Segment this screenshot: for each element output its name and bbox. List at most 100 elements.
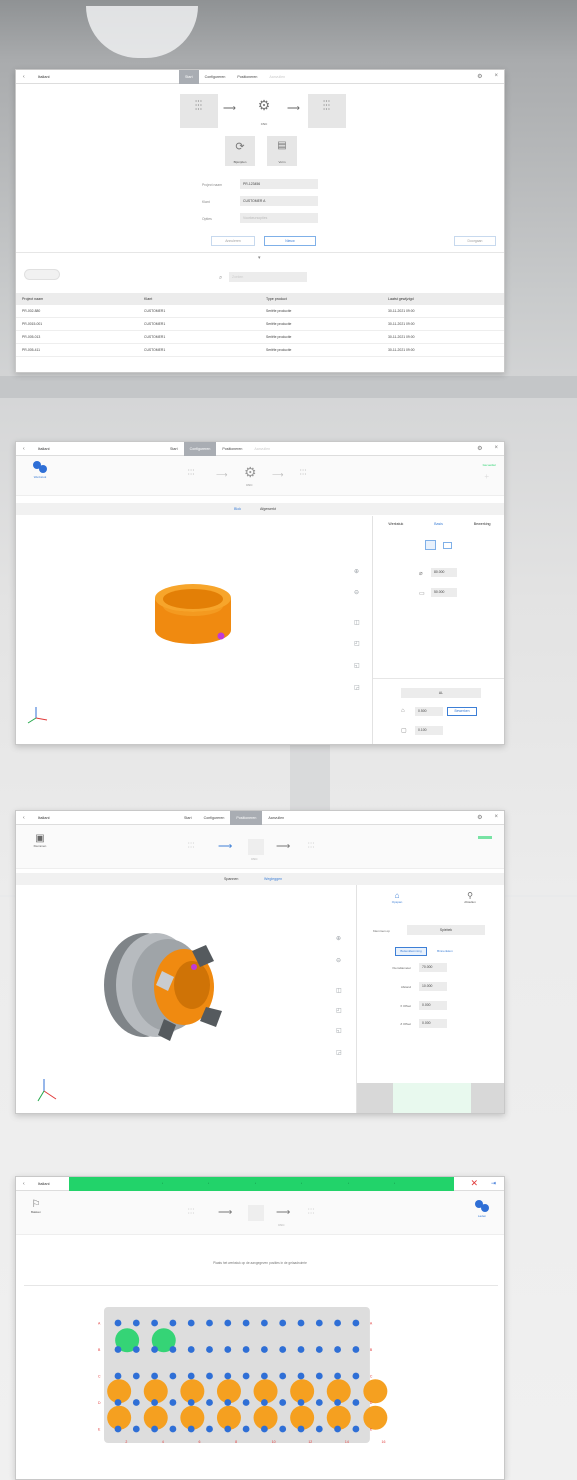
cube-front-icon[interactable]: ◫ (354, 619, 360, 626)
field-label-project: Project naam (202, 183, 222, 187)
cube-iso-icon[interactable]: ◲ (336, 1049, 342, 1056)
shape-cylinder-toggle[interactable] (425, 540, 436, 550)
workpiece-3d-view[interactable] (141, 572, 251, 662)
close-icon[interactable]: × (494, 73, 498, 80)
dots-icon: ••• ••• (188, 1206, 196, 1215)
exit-icon[interactable]: ⇥ (491, 1180, 496, 1187)
cube-top-icon[interactable]: ◰ (354, 640, 360, 647)
column-label: 8 (235, 1440, 237, 1444)
cnc-station[interactable]: ⚙ CNC (245, 94, 283, 128)
stock-field[interactable]: 0.500 (415, 707, 443, 716)
trays-tool[interactable]: ⚐ Bakken (26, 1199, 46, 1214)
new-button[interactable]: Nieuw (264, 236, 316, 246)
table-row[interactable]: PR-0015-001 CUSTOMER1 Seriële productie … (16, 318, 504, 331)
zoom-in-icon[interactable]: ⊕ (336, 935, 341, 942)
mode-select[interactable]: Spiebek (407, 925, 485, 935)
tab-configure[interactable]: Configureren (199, 70, 232, 84)
table-row[interactable]: PR-005-411 CUSTOMER1 Seriële productie 3… (16, 344, 504, 357)
cube-iso-icon[interactable]: ◲ (354, 684, 360, 691)
tray-pin (242, 1319, 250, 1327)
settings-icon[interactable]: ⚙ (477, 73, 482, 80)
offset-field[interactable]: 0.100 (415, 726, 443, 735)
cube-front-icon[interactable]: ◫ (336, 987, 342, 994)
tab-workpiece[interactable]: Werkstuk (388, 522, 403, 526)
continue-button[interactable]: Doorgaan (454, 236, 496, 246)
output-station[interactable]: ••• ••• ••• (308, 94, 346, 128)
cancel-button[interactable]: Annuleren (211, 236, 255, 246)
param-field[interactable]: 0.000 (419, 1019, 447, 1028)
outer-clamp-toggle[interactable]: Buitenklemming (395, 947, 427, 956)
filter-pill[interactable] (24, 269, 60, 280)
clamp-tool[interactable]: ▣ Klemmen (26, 833, 54, 848)
settings-icon[interactable]: ⚙ (477, 445, 482, 452)
load-tool[interactable]: Laden (472, 1199, 492, 1218)
tab-finished[interactable]: Afgewerkt (260, 503, 276, 515)
cube-top-icon[interactable]: ◰ (336, 1007, 342, 1014)
param-field[interactable]: 10.000 (419, 982, 447, 991)
chuck-3d-view[interactable] (96, 915, 246, 1065)
tray-pin (315, 1319, 323, 1327)
tab-configure[interactable]: Configureren (198, 811, 231, 825)
close-icon[interactable]: × (494, 814, 498, 821)
chevron-down-icon[interactable]: ▾ (258, 255, 261, 261)
confirm-block[interactable] (393, 1083, 471, 1113)
tab-remove[interactable]: Wegleggen (264, 873, 282, 885)
tray-pin (261, 1425, 268, 1433)
chevron-left-icon[interactable]: ‹ (23, 446, 25, 452)
zoom-in-icon[interactable]: ⊕ (354, 568, 359, 575)
tab-supplement[interactable]: Aanvullen (262, 811, 290, 825)
tab-base[interactable]: Basis (434, 522, 443, 526)
cube-side-icon[interactable]: ◱ (354, 662, 360, 669)
material-button[interactable]: AL (401, 688, 481, 698)
tab-clamp[interactable]: Spannen (224, 873, 238, 885)
tab-position[interactable]: Positioneren (230, 811, 263, 825)
cube-side-icon[interactable]: ◱ (336, 1027, 342, 1034)
tab-start[interactable]: Start (179, 70, 199, 84)
chevron-left-icon[interactable]: ‹ (23, 74, 25, 80)
zoom-out-icon[interactable]: ⊖ (354, 589, 359, 596)
tab-position[interactable]: Positioneren (231, 70, 263, 84)
tab-supplement[interactable]: Aanvullen (263, 70, 291, 84)
tab-block[interactable]: Blok (234, 503, 241, 515)
tab-position[interactable]: Positioneren (216, 442, 248, 456)
chevron-left-icon[interactable]: ‹ (23, 815, 25, 821)
shape-tool-button[interactable]: ▤ Vorm (267, 136, 297, 166)
table-row[interactable]: PR-002-880 CUSTOMER1 Seriële productie 3… (16, 305, 504, 318)
plus-icon[interactable]: + (484, 472, 489, 481)
project-name-field[interactable]: PR-123456 (240, 179, 318, 189)
edit-button[interactable]: Bewerken (447, 707, 477, 716)
abort-icon[interactable]: ✕ (470, 1178, 478, 1189)
param-field[interactable]: 0.000 (419, 1001, 447, 1010)
crop-tool-button[interactable]: ⟳ Bijsnijden (225, 136, 255, 166)
diameter-field[interactable]: 80.000 (431, 568, 457, 577)
loading-tray-grid[interactable]: A AB BC CD DE E2 4 6 8 10 12 14 16 (86, 1303, 416, 1480)
shape-box-toggle[interactable] (443, 542, 452, 549)
arrow-right-icon: ⟶ (218, 1207, 233, 1218)
clamp-icon: ⌂ (394, 891, 400, 900)
tab-start[interactable]: Start (178, 811, 198, 825)
search-input[interactable]: Zoeken (229, 272, 307, 282)
clamp-action[interactable]: ⌂ Opspan (385, 891, 409, 904)
table-row[interactable]: PR-005-013 CUSTOMER1 Seriële productie 3… (16, 331, 504, 344)
customer-field[interactable]: CUSTOMER A (240, 196, 318, 206)
part-pending (363, 1405, 388, 1430)
param-field[interactable]: 70.000 (419, 963, 447, 972)
next-block[interactable] (471, 1083, 504, 1113)
tab-machining[interactable]: Bewerking (474, 522, 491, 526)
options-field[interactable]: Voorkeursopties (240, 213, 318, 223)
settings-icon[interactable]: ⚙ (477, 814, 482, 821)
close-icon[interactable]: × (494, 445, 498, 452)
column-label: 4 (162, 1440, 164, 1444)
height-field[interactable]: 50.000 (431, 588, 457, 597)
chevron-left-icon[interactable]: ‹ (23, 1181, 25, 1187)
inner-clamp-toggle[interactable]: Binnenklem (429, 947, 461, 956)
back-block[interactable] (357, 1083, 393, 1113)
adjust-action[interactable]: ⚲ Afstellen (455, 891, 485, 904)
tab-start[interactable]: Start (164, 442, 184, 456)
tab-supplement[interactable]: Aanvullen (248, 442, 276, 456)
tab-configure[interactable]: Configureren (183, 442, 217, 456)
divider (24, 1285, 498, 1286)
zoom-out-icon[interactable]: ⊖ (336, 957, 341, 964)
input-station[interactable]: ••• ••• ••• (180, 94, 218, 128)
workpiece-tool[interactable]: Werkstuk (24, 460, 56, 492)
